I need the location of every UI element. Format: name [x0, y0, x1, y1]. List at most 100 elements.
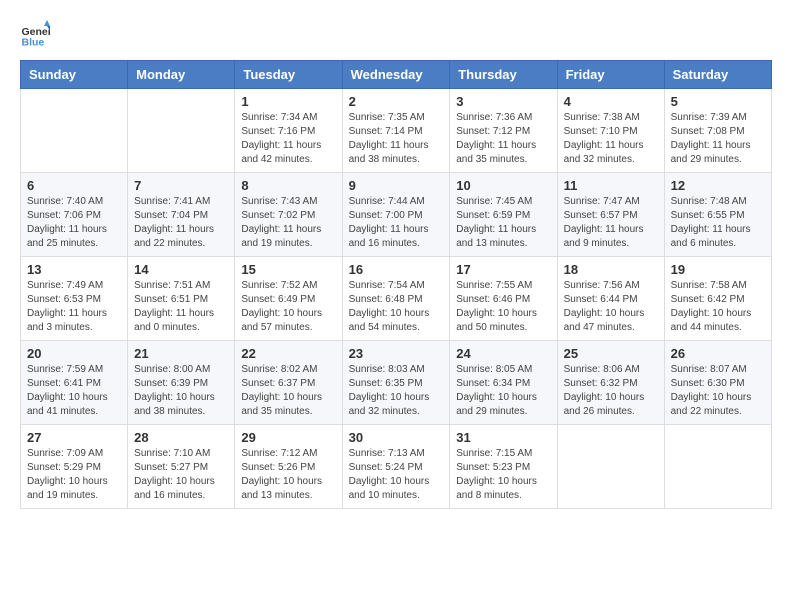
day-info: Sunrise: 7:55 AMSunset: 6:46 PMDaylight:… [456, 279, 550, 335]
day-info: Sunrise: 7:41 AMSunset: 7:04 PMDaylight:… [134, 195, 228, 251]
calendar-cell [21, 89, 128, 173]
day-info: Sunrise: 7:15 AMSunset: 5:23 PMDaylight:… [456, 447, 550, 503]
page-header: General Blue [20, 20, 772, 50]
day-info: Sunrise: 7:48 AMSunset: 6:55 PMDaylight:… [671, 195, 765, 251]
calendar-cell: 17 Sunrise: 7:55 AMSunset: 6:46 PMDayligh… [450, 257, 557, 341]
calendar-week-row: 13 Sunrise: 7:49 AMSunset: 6:53 PMDayligh… [21, 257, 772, 341]
day-info: Sunrise: 7:54 AMSunset: 6:48 PMDaylight:… [349, 279, 444, 335]
calendar-cell: 26 Sunrise: 8:07 AMSunset: 6:30 PMDayligh… [664, 341, 771, 425]
calendar-cell: 12 Sunrise: 7:48 AMSunset: 6:55 PMDayligh… [664, 173, 771, 257]
calendar-table: SundayMondayTuesdayWednesdayThursdayFrid… [20, 60, 772, 509]
day-info: Sunrise: 7:52 AMSunset: 6:49 PMDaylight:… [241, 279, 335, 335]
day-info: Sunrise: 7:12 AMSunset: 5:26 PMDaylight:… [241, 447, 335, 503]
day-info: Sunrise: 8:03 AMSunset: 6:35 PMDaylight:… [349, 363, 444, 419]
day-number: 13 [27, 262, 121, 277]
calendar-cell: 3 Sunrise: 7:36 AMSunset: 7:12 PMDaylight… [450, 89, 557, 173]
weekday-header: Monday [128, 61, 235, 89]
day-info: Sunrise: 7:13 AMSunset: 5:24 PMDaylight:… [349, 447, 444, 503]
day-info: Sunrise: 7:49 AMSunset: 6:53 PMDaylight:… [27, 279, 121, 335]
day-number: 4 [564, 94, 658, 109]
calendar-cell: 5 Sunrise: 7:39 AMSunset: 7:08 PMDaylight… [664, 89, 771, 173]
day-number: 7 [134, 178, 228, 193]
day-number: 10 [456, 178, 550, 193]
day-info: Sunrise: 8:02 AMSunset: 6:37 PMDaylight:… [241, 363, 335, 419]
calendar-week-row: 27 Sunrise: 7:09 AMSunset: 5:29 PMDayligh… [21, 425, 772, 509]
calendar-week-row: 20 Sunrise: 7:59 AMSunset: 6:41 PMDayligh… [21, 341, 772, 425]
calendar-cell: 22 Sunrise: 8:02 AMSunset: 6:37 PMDayligh… [235, 341, 342, 425]
calendar-cell: 28 Sunrise: 7:10 AMSunset: 5:27 PMDayligh… [128, 425, 235, 509]
calendar-cell [128, 89, 235, 173]
day-number: 28 [134, 430, 228, 445]
day-info: Sunrise: 7:44 AMSunset: 7:00 PMDaylight:… [349, 195, 444, 251]
day-number: 3 [456, 94, 550, 109]
day-number: 30 [349, 430, 444, 445]
calendar-cell: 14Sunrise: 7:51 AMSunset: 6:51 PMDayligh… [128, 257, 235, 341]
calendar-cell: 11Sunrise: 7:47 AMSunset: 6:57 PMDayligh… [557, 173, 664, 257]
calendar-cell: 1 Sunrise: 7:34 AMSunset: 7:16 PMDaylight… [235, 89, 342, 173]
day-info: Sunrise: 7:40 AMSunset: 7:06 PMDaylight:… [27, 195, 121, 251]
day-number: 12 [671, 178, 765, 193]
day-number: 16 [349, 262, 444, 277]
day-info: Sunrise: 7:56 AMSunset: 6:44 PMDaylight:… [564, 279, 658, 335]
day-info: Sunrise: 8:07 AMSunset: 6:30 PMDaylight:… [671, 363, 765, 419]
calendar-cell: 31Sunrise: 7:15 AMSunset: 5:23 PMDayligh… [450, 425, 557, 509]
calendar-cell: 18Sunrise: 7:56 AMSunset: 6:44 PMDayligh… [557, 257, 664, 341]
day-info: Sunrise: 7:35 AMSunset: 7:14 PMDaylight:… [349, 111, 444, 167]
calendar-cell [557, 425, 664, 509]
day-info: Sunrise: 7:59 AMSunset: 6:41 PMDaylight:… [27, 363, 121, 419]
calendar-week-row: 1 Sunrise: 7:34 AMSunset: 7:16 PMDaylight… [21, 89, 772, 173]
day-number: 26 [671, 346, 765, 361]
calendar-cell: 29 Sunrise: 7:12 AMSunset: 5:26 PMDayligh… [235, 425, 342, 509]
day-number: 17 [456, 262, 550, 277]
weekday-header: Wednesday [342, 61, 450, 89]
calendar-cell: 16 Sunrise: 7:54 AMSunset: 6:48 PMDayligh… [342, 257, 450, 341]
day-info: Sunrise: 7:09 AMSunset: 5:29 PMDaylight:… [27, 447, 121, 503]
day-number: 9 [349, 178, 444, 193]
day-number: 15 [241, 262, 335, 277]
day-number: 8 [241, 178, 335, 193]
weekday-header: Sunday [21, 61, 128, 89]
day-number: 1 [241, 94, 335, 109]
day-number: 29 [241, 430, 335, 445]
calendar-cell: 13 Sunrise: 7:49 AMSunset: 6:53 PMDayligh… [21, 257, 128, 341]
day-info: Sunrise: 7:43 AMSunset: 7:02 PMDaylight:… [241, 195, 335, 251]
calendar-cell: 10 Sunrise: 7:45 AMSunset: 6:59 PMDayligh… [450, 173, 557, 257]
day-number: 14 [134, 262, 228, 277]
day-number: 20 [27, 346, 121, 361]
day-info: Sunrise: 7:39 AMSunset: 7:08 PMDaylight:… [671, 111, 765, 167]
calendar-week-row: 6Sunrise: 7:40 AMSunset: 7:06 PMDaylight… [21, 173, 772, 257]
day-info: Sunrise: 7:34 AMSunset: 7:16 PMDaylight:… [241, 111, 335, 167]
calendar-cell: 4 Sunrise: 7:38 AMSunset: 7:10 PMDaylight… [557, 89, 664, 173]
svg-text:Blue: Blue [22, 37, 45, 49]
day-number: 5 [671, 94, 765, 109]
calendar-cell: 23 Sunrise: 8:03 AMSunset: 6:35 PMDayligh… [342, 341, 450, 425]
calendar-cell: 2Sunrise: 7:35 AMSunset: 7:14 PMDaylight… [342, 89, 450, 173]
day-info: Sunrise: 8:00 AMSunset: 6:39 PMDaylight:… [134, 363, 228, 419]
weekday-header: Thursday [450, 61, 557, 89]
day-info: Sunrise: 7:38 AMSunset: 7:10 PMDaylight:… [564, 111, 658, 167]
day-number: 24 [456, 346, 550, 361]
day-info: Sunrise: 7:36 AMSunset: 7:12 PMDaylight:… [456, 111, 550, 167]
day-number: 11 [564, 178, 658, 193]
day-info: Sunrise: 8:05 AMSunset: 6:34 PMDaylight:… [456, 363, 550, 419]
day-info: Sunrise: 7:10 AMSunset: 5:27 PMDaylight:… [134, 447, 228, 503]
logo-icon: General Blue [20, 20, 50, 50]
calendar-cell: 7 Sunrise: 7:41 AMSunset: 7:04 PMDaylight… [128, 173, 235, 257]
day-number: 22 [241, 346, 335, 361]
day-info: Sunrise: 7:45 AMSunset: 6:59 PMDaylight:… [456, 195, 550, 251]
calendar-cell: 19 Sunrise: 7:58 AMSunset: 6:42 PMDayligh… [664, 257, 771, 341]
day-number: 27 [27, 430, 121, 445]
calendar-cell: 30 Sunrise: 7:13 AMSunset: 5:24 PMDayligh… [342, 425, 450, 509]
day-number: 25 [564, 346, 658, 361]
day-number: 23 [349, 346, 444, 361]
day-info: Sunrise: 7:58 AMSunset: 6:42 PMDaylight:… [671, 279, 765, 335]
calendar-cell: 20 Sunrise: 7:59 AMSunset: 6:41 PMDayligh… [21, 341, 128, 425]
day-info: Sunrise: 8:06 AMSunset: 6:32 PMDaylight:… [564, 363, 658, 419]
day-number: 19 [671, 262, 765, 277]
calendar-cell: 15 Sunrise: 7:52 AMSunset: 6:49 PMDayligh… [235, 257, 342, 341]
calendar-cell: 25 Sunrise: 8:06 AMSunset: 6:32 PMDayligh… [557, 341, 664, 425]
weekday-header: Tuesday [235, 61, 342, 89]
weekday-header: Saturday [664, 61, 771, 89]
day-number: 21 [134, 346, 228, 361]
logo: General Blue [20, 20, 50, 50]
